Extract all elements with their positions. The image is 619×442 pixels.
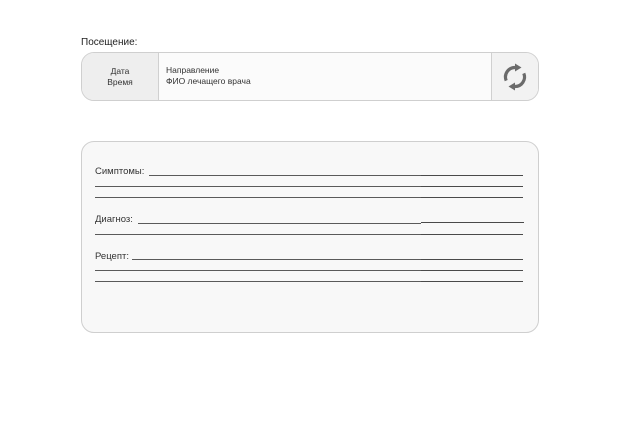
symptoms-line-1[interactable]: [149, 175, 421, 176]
diagnosis-line-2-extension[interactable]: [421, 234, 523, 235]
visit-time-label: Время: [107, 76, 133, 87]
refresh-icon: [503, 63, 527, 90]
prescription-line-3-extension[interactable]: [421, 281, 523, 282]
prescription-line-2[interactable]: [95, 270, 421, 271]
visit-card: Дата Время Направление ФИО лечащего врач…: [81, 52, 539, 101]
prescription-line-3[interactable]: [95, 281, 421, 282]
visit-direction-label: Направление: [166, 65, 220, 75]
symptoms-label: Симптомы:: [95, 166, 145, 177]
visit-info-cell: Направление ФИО лечащего врача: [166, 65, 251, 86]
prescription-label: Рецепт:: [95, 251, 129, 262]
diagnosis-line-1-extension[interactable]: [421, 222, 524, 223]
symptoms-line-2[interactable]: [95, 186, 421, 187]
prescription-line-1-extension[interactable]: [421, 259, 523, 260]
prescription-line-2-extension[interactable]: [421, 270, 523, 271]
symptoms-line-2-extension[interactable]: [421, 186, 523, 187]
visit-date-label: Дата: [110, 65, 130, 76]
refresh-button[interactable]: [491, 53, 538, 100]
diagnosis-line-2[interactable]: [95, 234, 421, 235]
diagnosis-line-1[interactable]: [138, 223, 421, 224]
prescription-line-1[interactable]: [132, 259, 421, 260]
symptoms-line-3[interactable]: [95, 197, 421, 198]
visit-doctor-label: ФИО лечащего врача: [166, 75, 251, 86]
visit-date-time-cell: Дата Время: [82, 53, 159, 100]
visit-section-title: Посещение:: [81, 37, 138, 48]
diagnosis-label: Диагноз:: [95, 214, 133, 225]
medical-record-card: Симптомы: Диагноз: Рецепт:: [81, 141, 539, 333]
symptoms-line-3-extension[interactable]: [421, 197, 523, 198]
symptoms-line-1-extension[interactable]: [421, 175, 523, 176]
